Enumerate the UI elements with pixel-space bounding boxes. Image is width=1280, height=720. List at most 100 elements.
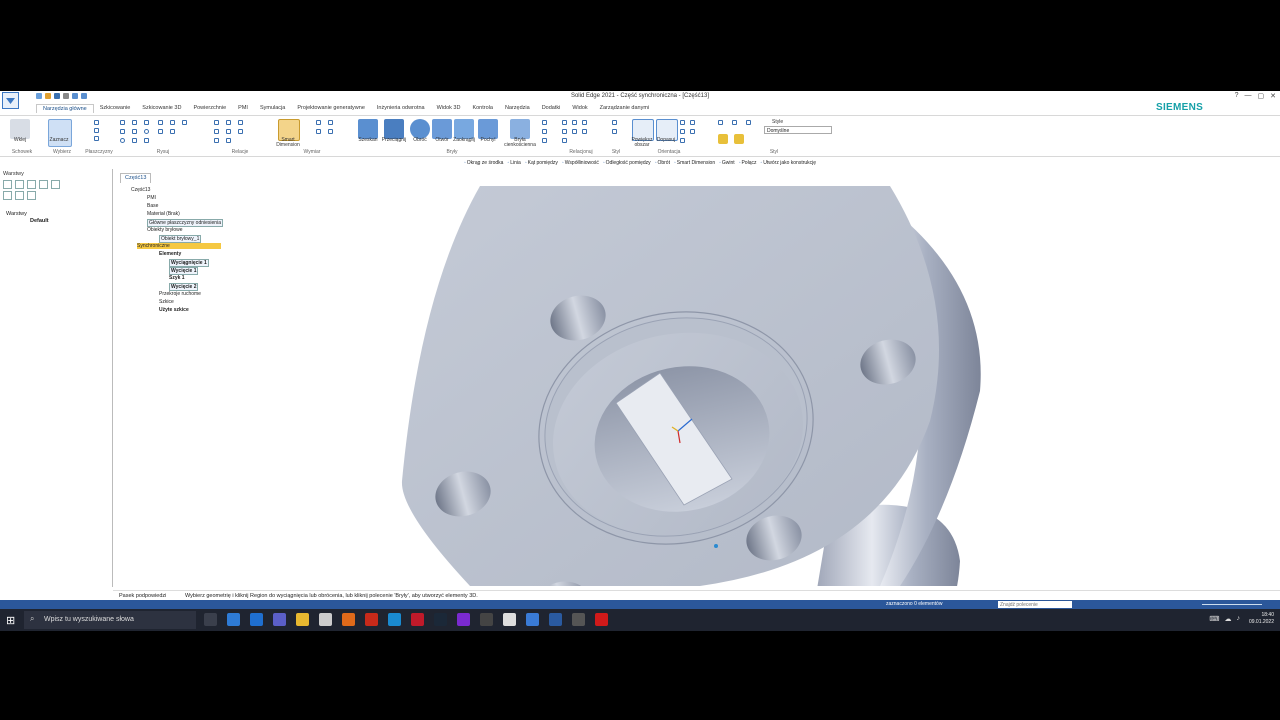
app-icon-5[interactable]: [526, 613, 539, 626]
opera-icon[interactable]: [411, 613, 424, 626]
shaded-edges-icon[interactable]: [734, 134, 744, 144]
equal-icon[interactable]: [226, 129, 231, 134]
cmd-smart-dimension[interactable]: Smart Dimension: [674, 160, 715, 166]
view-controls[interactable]: [1072, 601, 1272, 608]
new-icon[interactable]: [36, 93, 42, 99]
face-style-icon[interactable]: [612, 120, 617, 125]
mirror-icon[interactable]: [158, 129, 163, 134]
trim-icon[interactable]: [170, 120, 175, 125]
circle-icon[interactable]: [144, 129, 149, 134]
tab-widok-3d[interactable]: Widok 3D: [431, 104, 467, 113]
open-icon[interactable]: [45, 93, 51, 99]
app-icon-1[interactable]: [227, 613, 240, 626]
extrude-icon[interactable]: [358, 119, 378, 139]
tab-kontrola[interactable]: Kontrola: [466, 104, 499, 113]
rotate-view-icon[interactable]: [680, 129, 685, 134]
document-tab[interactable]: Część13: [120, 173, 152, 183]
cmd-obrot[interactable]: Obrót: [655, 160, 670, 166]
aligned-icon[interactable]: [582, 120, 587, 125]
sweep-icon[interactable]: [384, 119, 404, 139]
cmd-utworz-jako-konstrukcje[interactable]: Utwórz jako konstrukcję: [760, 160, 816, 166]
layer-tool-icon[interactable]: [3, 191, 12, 200]
symmetric-face-icon[interactable]: [562, 138, 567, 143]
concentric-icon[interactable]: [572, 120, 577, 125]
tab-narzedzia-glowne[interactable]: Narzędzia główne: [36, 104, 94, 113]
ellipse-icon[interactable]: [132, 138, 137, 143]
move-icon[interactable]: [170, 129, 175, 134]
tab-projektowanie-generatywne[interactable]: Projektowanie generatywne: [291, 104, 371, 113]
undo-icon[interactable]: [72, 93, 78, 99]
help-icon[interactable]: ?: [1235, 92, 1239, 100]
fillet-icon[interactable]: [158, 120, 163, 125]
tab-pmi[interactable]: PMI: [232, 104, 254, 113]
view-iso-icon[interactable]: [732, 120, 737, 125]
rectangle-icon[interactable]: [120, 129, 125, 134]
mirror-feature-icon[interactable]: [542, 129, 547, 134]
parallel-face-icon[interactable]: [562, 129, 567, 134]
acrobat-icon[interactable]: [595, 613, 608, 626]
delete-layer-icon[interactable]: [15, 180, 24, 189]
pathfinder-pattern-1[interactable]: Szyk 1: [169, 275, 185, 281]
show-layer-icon[interactable]: [27, 180, 36, 189]
tab-symulacja[interactable]: Symulacja: [254, 104, 291, 113]
taskbar-search[interactable]: Wpisz tu wyszukiwane słowa: [24, 611, 196, 629]
pathfinder-solid-bodies[interactable]: Obiekty bryłowe: [147, 227, 183, 233]
view-front-icon[interactable]: [746, 120, 751, 125]
teams-icon[interactable]: [273, 613, 286, 626]
move-to-layer-icon[interactable]: [51, 180, 60, 189]
point-icon[interactable]: [144, 138, 149, 143]
flange-part-model[interactable]: [240, 186, 1280, 609]
rigid-icon[interactable]: [226, 138, 231, 143]
tab-widok[interactable]: Widok: [566, 104, 593, 113]
thin-wall-icon[interactable]: [510, 119, 530, 139]
cmd-odleglosc-pomiedzy[interactable]: Odległość pomiędzy: [603, 160, 651, 166]
layers-root-item[interactable]: Warstwy: [0, 211, 49, 218]
revolve-icon[interactable]: [410, 119, 430, 139]
cmd-kat-pomiedzy[interactable]: Kąt pomiędzy: [525, 160, 558, 166]
pathfinder-used-sketches[interactable]: Użyte szkice: [159, 307, 189, 313]
lock-icon[interactable]: [238, 129, 243, 134]
zoom-icon[interactable]: [680, 120, 685, 125]
app-icon-3[interactable]: [457, 613, 470, 626]
round-icon[interactable]: [454, 119, 474, 139]
distance-icon[interactable]: [316, 120, 321, 125]
spin-about-icon[interactable]: [680, 138, 685, 143]
pathfinder-cutout-2[interactable]: Wycięcie 2: [169, 283, 199, 291]
steam-icon[interactable]: [434, 613, 447, 626]
angle-icon[interactable]: [328, 120, 333, 125]
app-icon-6[interactable]: [572, 613, 585, 626]
tab-szkicowanie[interactable]: Szkicowanie: [94, 104, 137, 113]
edge-icon[interactable]: [388, 613, 401, 626]
layer-tool-2-icon[interactable]: [15, 191, 24, 200]
layer-default-item[interactable]: Default: [0, 218, 49, 225]
style-dropdown[interactable]: Domyślne: [764, 126, 832, 134]
shaded-icon[interactable]: [718, 134, 728, 144]
pathfinder-reference-planes[interactable]: Główne płaszczyzny odniesienia: [147, 219, 223, 227]
symmetric-icon[interactable]: [214, 138, 219, 143]
prompt-bar-label[interactable]: Pasek podpowiedzi: [119, 593, 166, 599]
arc-icon[interactable]: [132, 120, 137, 125]
plane-offset-icon[interactable]: [94, 128, 99, 133]
pathfinder-features[interactable]: Elementy: [159, 251, 181, 257]
pan-icon[interactable]: [690, 120, 695, 125]
pathfinder-live-sections[interactable]: Przekroje ruchome: [159, 291, 201, 297]
app-icon-4[interactable]: [480, 613, 493, 626]
pathfinder-sketches[interactable]: Szkice: [159, 299, 174, 305]
parallel-icon[interactable]: [214, 129, 219, 134]
hole-icon[interactable]: [432, 119, 452, 139]
plane-angle-icon[interactable]: [94, 136, 99, 141]
office-icon[interactable]: [365, 613, 378, 626]
horizontal-icon[interactable]: [226, 120, 231, 125]
pathfinder-base[interactable]: Base: [147, 203, 158, 209]
start-icon[interactable]: ⊞: [6, 614, 15, 627]
pathfinder-root[interactable]: Część13: [131, 187, 150, 193]
plane-icon[interactable]: [94, 120, 99, 125]
polygon-icon[interactable]: [132, 129, 137, 134]
explorer-icon[interactable]: [296, 613, 309, 626]
line-icon[interactable]: [120, 120, 125, 125]
zoom-slider[interactable]: [1202, 604, 1262, 605]
keyboard-icon[interactable]: ⌨: [1209, 615, 1219, 623]
minimize-button[interactable]: —: [1245, 92, 1252, 100]
curve-icon[interactable]: [144, 120, 149, 125]
tangent-face-icon[interactable]: [582, 129, 587, 134]
